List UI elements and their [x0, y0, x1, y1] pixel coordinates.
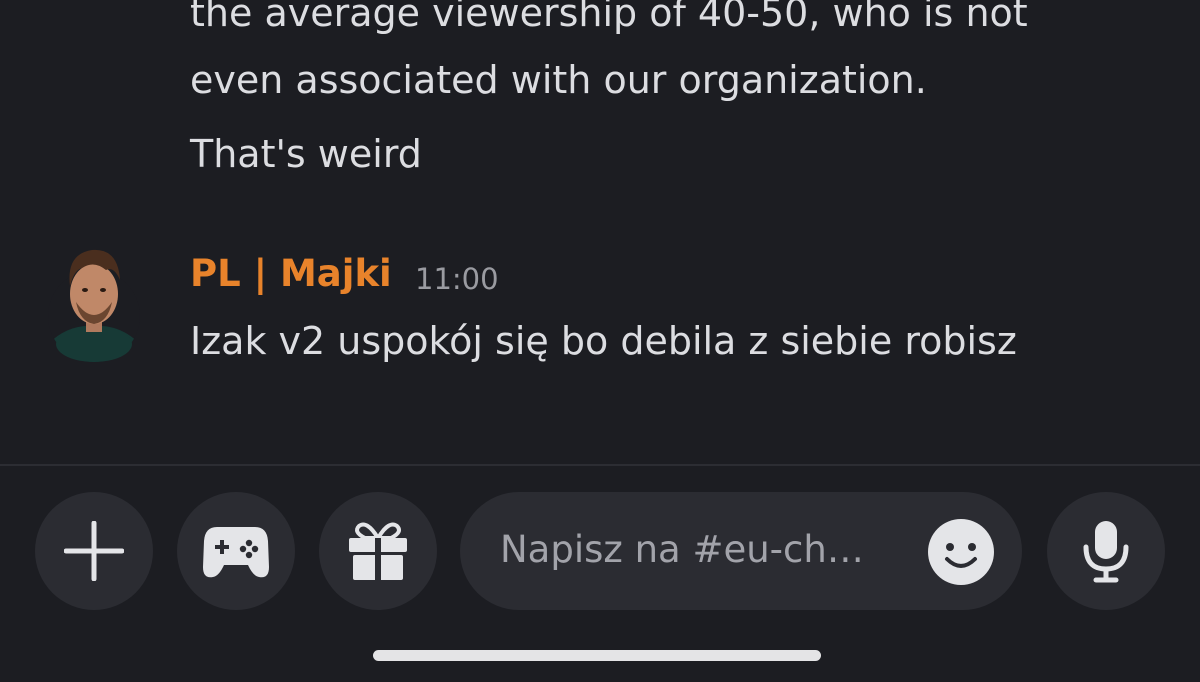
add-attachment-button[interactable] — [35, 492, 153, 610]
timestamp: 11:00 — [415, 262, 499, 296]
author-name[interactable]: PL | Majki — [190, 252, 392, 295]
chat-screen: the average viewership of 40-50, who is … — [0, 0, 1200, 682]
gift-icon — [349, 522, 407, 580]
message-input[interactable]: Napisz na #eu-ch… — [460, 492, 1022, 610]
avatar-image — [48, 249, 140, 362]
divider — [0, 464, 1200, 466]
avatar[interactable] — [48, 246, 140, 362]
message-input-placeholder: Napisz na #eu-ch… — [500, 528, 864, 571]
emoji-button[interactable] — [928, 519, 994, 585]
message-text-line: even associated with our organization. — [190, 58, 927, 102]
gift-button[interactable] — [319, 492, 437, 610]
message-text: That's weird — [190, 132, 422, 176]
activities-button[interactable] — [177, 492, 295, 610]
gamepad-icon — [203, 527, 269, 578]
home-indicator[interactable] — [373, 650, 821, 661]
microphone-icon — [1083, 521, 1129, 583]
voice-message-button[interactable] — [1047, 492, 1165, 610]
message-text-line: the average viewership of 40-50, who is … — [190, 0, 1028, 35]
emoji-icon — [928, 519, 994, 585]
plus-icon — [64, 521, 124, 581]
message-text: Izak v2 uspokój się bo debila z siebie r… — [190, 319, 1017, 363]
